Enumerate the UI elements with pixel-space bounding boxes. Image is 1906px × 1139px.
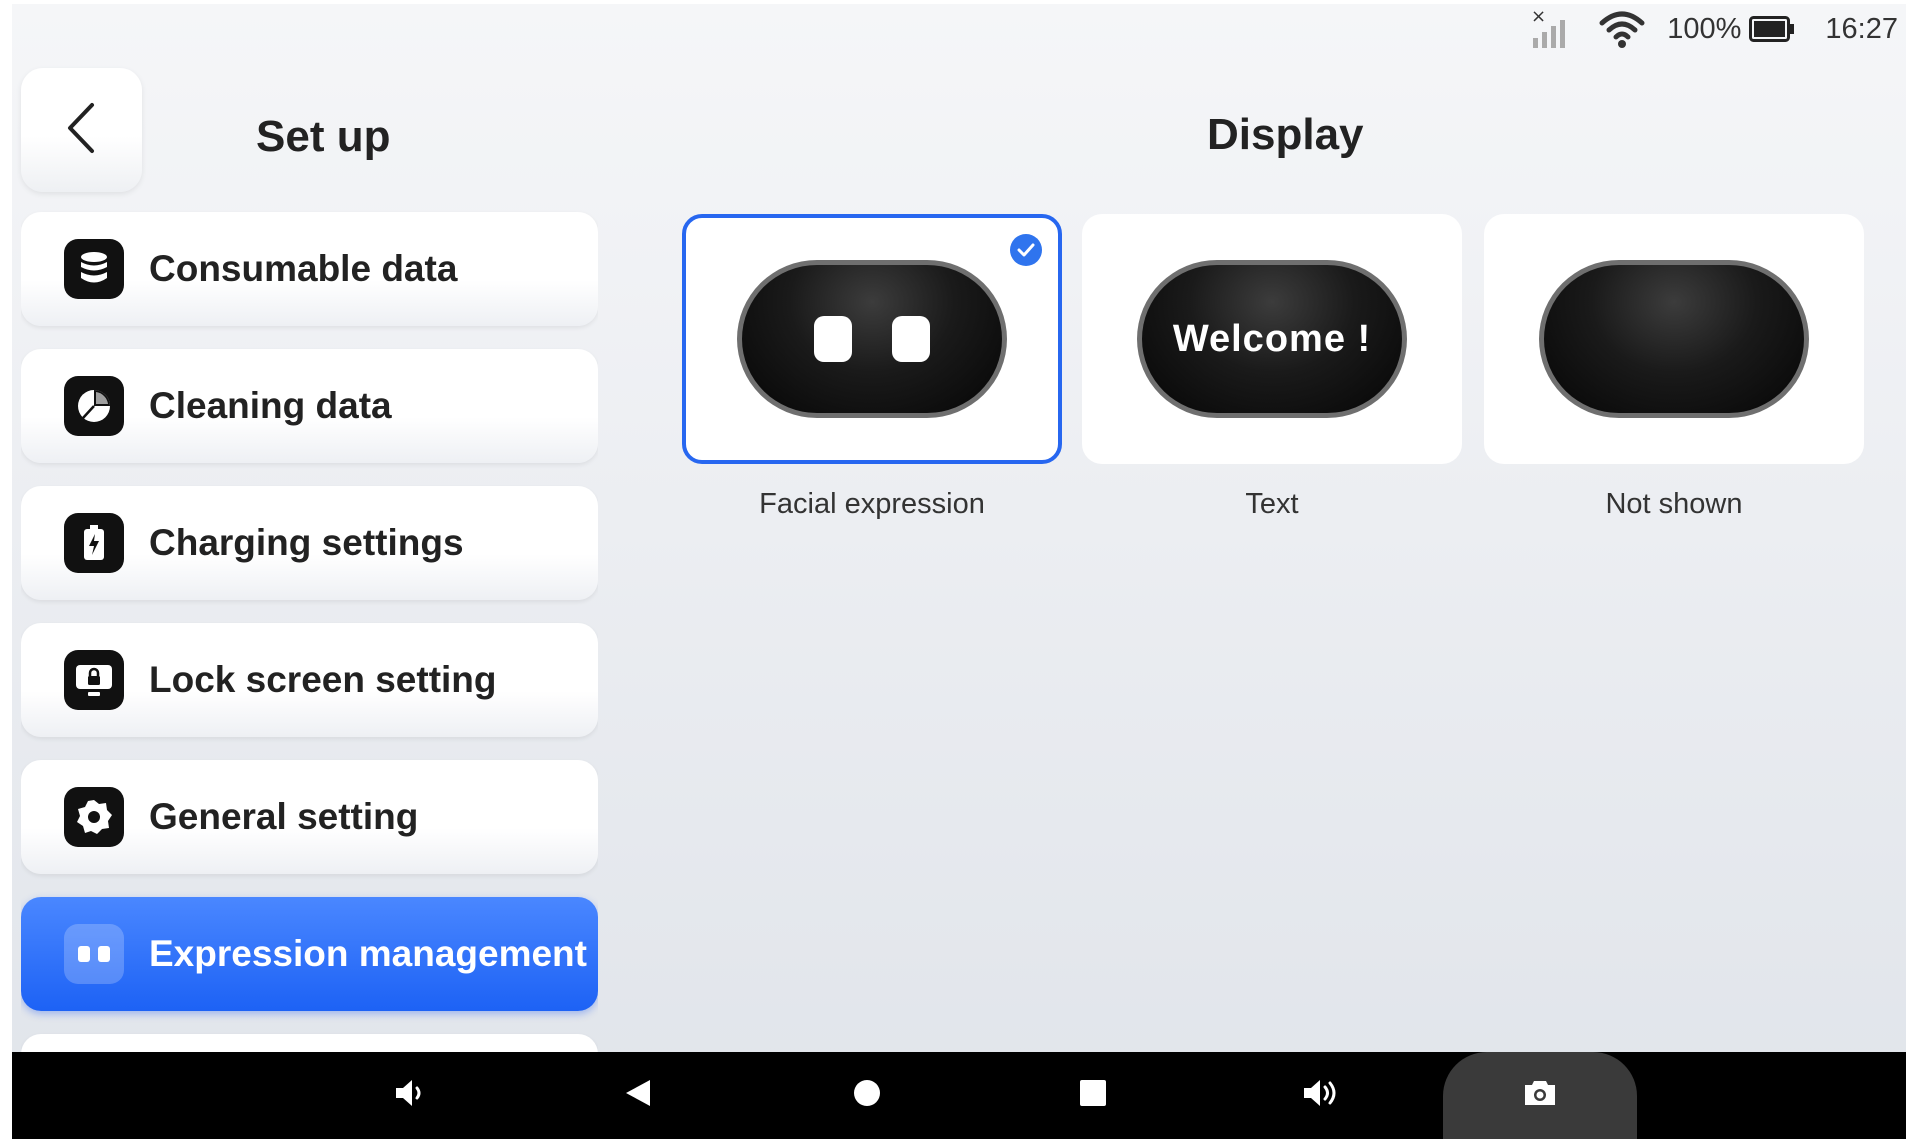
volume-up-icon <box>1301 1076 1341 1115</box>
sidebar-item-general-setting[interactable]: General setting <box>21 760 598 874</box>
option-card[interactable] <box>682 214 1062 464</box>
face-preview-text: Welcome ! <box>1137 260 1407 418</box>
gear-icon <box>64 787 124 847</box>
battery-percent: 100% <box>1667 12 1742 45</box>
volume-down-icon <box>393 1076 427 1115</box>
option-not-shown[interactable]: Not shown <box>1484 214 1864 520</box>
option-label: Text <box>1245 488 1299 520</box>
expression-eyes-icon <box>64 924 124 984</box>
pie-chart-icon <box>64 376 124 436</box>
system-nav-bar <box>12 1052 1906 1139</box>
page-title: Set up <box>256 112 391 161</box>
sidebar: Consumable data Cleaning data Charging s… <box>21 208 598 1058</box>
camera-icon <box>1522 1078 1558 1113</box>
wifi-icon <box>1599 9 1645 49</box>
sidebar-item-lock-screen-setting[interactable]: Lock screen setting <box>21 623 598 737</box>
eye <box>814 316 852 362</box>
option-card[interactable]: Welcome ! <box>1082 214 1462 464</box>
eye <box>892 316 930 362</box>
volume-up-button[interactable] <box>1281 1052 1361 1139</box>
sidebar-item-label: Cleaning data <box>149 385 392 426</box>
face-preview-blank <box>1539 260 1809 418</box>
back-triangle-icon <box>623 1077 653 1114</box>
chevron-left-icon <box>62 101 102 160</box>
nav-back-button[interactable] <box>598 1052 678 1139</box>
nav-recents-button[interactable] <box>1053 1052 1133 1139</box>
sidebar-item-label: Charging settings <box>149 522 464 563</box>
back-button[interactable] <box>21 68 142 192</box>
check-icon <box>1010 234 1042 266</box>
face-preview-eyes <box>737 260 1007 418</box>
option-label: Facial expression <box>759 488 985 520</box>
no-signal-icon: × <box>1531 8 1577 50</box>
sidebar-item-label: Lock screen setting <box>149 659 497 700</box>
svg-text:×: × <box>1531 8 1546 27</box>
volume-down-button[interactable] <box>370 1052 450 1139</box>
battery-charging-icon <box>64 513 124 573</box>
home-circle-icon <box>852 1078 882 1113</box>
sidebar-item-label: Expression management <box>149 933 587 974</box>
battery-full-icon <box>1749 16 1795 42</box>
option-label: Not shown <box>1605 488 1743 520</box>
sidebar-item-expression-management[interactable]: Expression management <box>21 897 598 1011</box>
sidebar-item-cleaning-data[interactable]: Cleaning data <box>21 349 598 463</box>
sidebar-item-charging-settings[interactable]: Charging settings <box>21 486 598 600</box>
screenshot-button[interactable] <box>1443 1052 1637 1139</box>
option-card[interactable] <box>1484 214 1864 464</box>
sidebar-item-label: General setting <box>149 796 419 837</box>
preview-text: Welcome ! <box>1172 317 1372 360</box>
status-time: 16:27 <box>1825 12 1898 45</box>
lock-screen-icon <box>64 650 124 710</box>
sidebar-item-consumable-data[interactable]: Consumable data <box>21 212 598 326</box>
status-bar: × 100% 16:27 <box>1531 4 1906 54</box>
recents-square-icon <box>1078 1078 1108 1113</box>
database-icon <box>64 239 124 299</box>
section-title: Display <box>1207 110 1364 159</box>
nav-home-button[interactable] <box>827 1052 907 1139</box>
option-facial-expression[interactable]: Facial expression <box>682 214 1062 520</box>
sidebar-item-label: Consumable data <box>149 248 458 289</box>
app-screen: × 100% 16:27 Set up Display Consumable d… <box>12 4 1906 1139</box>
option-text[interactable]: Welcome ! Text <box>1082 214 1462 520</box>
